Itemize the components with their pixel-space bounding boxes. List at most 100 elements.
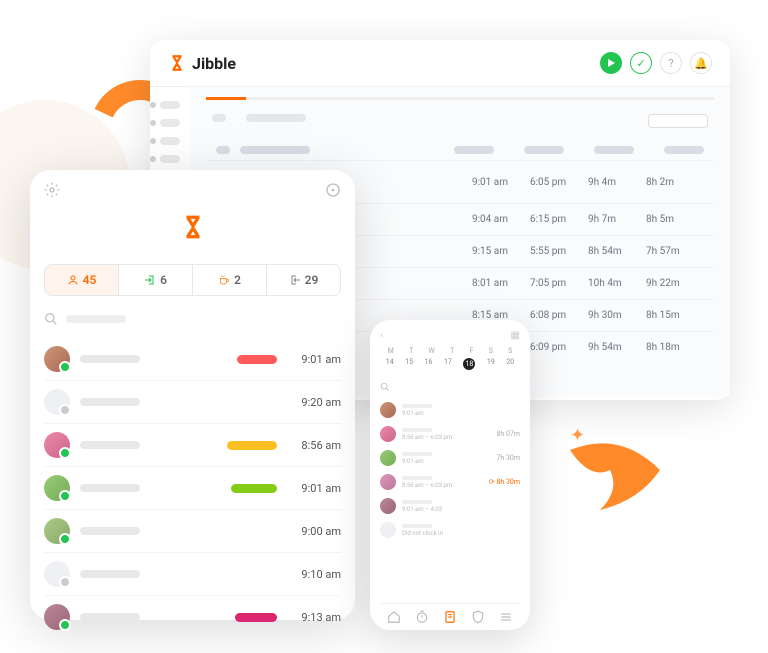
nav-item[interactable] (160, 155, 180, 163)
list-item[interactable]: 8:56 am – 6:03 pm ⟳ 8h 30m (380, 470, 520, 494)
help-icon[interactable]: ? (660, 52, 682, 74)
list-item[interactable]: 8:56 am – 6:03 pm 8h 07m (380, 422, 520, 446)
cell-in: 8:01 am (472, 278, 530, 289)
date-cell[interactable]: 15 (405, 358, 413, 370)
name-placeholder (80, 613, 140, 621)
cell-billable: 9h 22m (646, 278, 704, 289)
stat-in[interactable]: 6 (119, 265, 193, 295)
day-label: S (508, 347, 512, 355)
list-item[interactable]: 9:01 am 7h 30m (380, 446, 520, 470)
name-placeholder (402, 524, 432, 528)
date-cell[interactable]: 19 (487, 358, 495, 370)
date-cell[interactable]: 16 (425, 358, 433, 370)
avatar (44, 432, 70, 458)
time-label: 9:01 am (402, 410, 520, 417)
export-button[interactable] (648, 114, 708, 128)
nav-item[interactable] (160, 119, 180, 127)
col-header (240, 146, 310, 154)
settings-icon[interactable] (44, 182, 60, 198)
duration: ⟳ 8h 30m (489, 478, 520, 486)
timer-icon[interactable] (415, 610, 429, 624)
cell-billable: 8h 5m (646, 214, 704, 225)
time-value: 9:13 am (287, 611, 341, 624)
status-icon[interactable]: ✓ (630, 52, 652, 74)
name-placeholder (80, 527, 140, 535)
list-item[interactable]: 9:01 am (44, 338, 341, 381)
shield-icon[interactable] (471, 610, 485, 624)
menu-icon[interactable] (499, 610, 513, 624)
cell-in: 9:04 am (472, 214, 530, 225)
nav-item[interactable] (160, 137, 180, 145)
avatar (380, 402, 396, 418)
time-value: 9:00 am (287, 525, 341, 538)
list-item[interactable]: 9:00 am (44, 510, 341, 553)
cell-out: 6:08 pm (530, 310, 588, 321)
calendar-icon[interactable]: ▦ (511, 330, 520, 341)
list-item[interactable]: 9:13 am (44, 596, 341, 639)
clock-in-button[interactable] (600, 52, 622, 74)
date-cell[interactable]: 17 (444, 358, 452, 370)
tab-indicator[interactable] (206, 97, 714, 100)
week-calendar[interactable]: MTWTFSS 14151617181920 (380, 347, 520, 370)
phone-search[interactable] (380, 382, 520, 392)
cell-out: 6:05 pm (530, 177, 588, 188)
date-cell[interactable]: 20 (506, 358, 514, 370)
list-item[interactable]: Did not clock in (380, 518, 520, 542)
time-label: Did not clock in (402, 530, 520, 537)
name-placeholder (402, 404, 432, 408)
phone-list: 9:01 am 8:56 am – 6:03 pm 8h 07m 9:01 am 7h … (380, 398, 520, 599)
people-list: 9:01 am9:20 am8:56 am9:01 am9:00 am9:10 … (44, 338, 341, 639)
timesheet-icon[interactable] (443, 610, 457, 624)
date-cell[interactable]: 14 (386, 358, 394, 370)
brand-logo: Jibble (168, 54, 236, 73)
time-label: 8:56 am – 6:03 pm (402, 434, 490, 441)
cell-billable: 8h 15m (646, 310, 704, 321)
time-value: 8:56 am (287, 439, 341, 452)
day-label: T (450, 347, 454, 355)
cell-hours: 9h 54m (588, 342, 646, 353)
cell-in: 9:01 am (472, 177, 530, 188)
home-icon[interactable] (387, 610, 401, 624)
search-bar[interactable] (44, 312, 341, 326)
duration: 7h 30m (496, 454, 520, 462)
cell-hours: 9h 7m (588, 214, 646, 225)
name-placeholder (402, 500, 432, 504)
stat-people[interactable]: 45 (45, 265, 119, 295)
time-value: 9:01 am (287, 482, 341, 495)
stat-out[interactable]: 29 (267, 265, 340, 295)
person-icon (67, 274, 79, 286)
time-label: 9:01 am (402, 458, 490, 465)
stats-bar: 45 6 2 29 (44, 264, 341, 296)
filter-chip[interactable] (212, 114, 226, 122)
date-cell[interactable]: 18 (463, 358, 475, 370)
stat-break[interactable]: 2 (193, 265, 267, 295)
list-item[interactable]: 9:20 am (44, 381, 341, 424)
stat-value: 29 (305, 273, 319, 287)
notifications-icon[interactable]: 🔔 (690, 52, 712, 74)
list-item[interactable]: 8:56 am (44, 424, 341, 467)
checkbox-all[interactable] (216, 146, 230, 154)
avatar (44, 475, 70, 501)
login-icon (144, 274, 156, 286)
target-icon[interactable] (325, 182, 341, 198)
list-item[interactable]: 9:01 am – 4:03 (380, 494, 520, 518)
name-placeholder (80, 355, 140, 363)
duration: 8h 07m (496, 430, 520, 438)
filter-chip[interactable] (246, 114, 306, 122)
avatar (44, 518, 70, 544)
cell-hours: 10h 4m (588, 278, 646, 289)
time-label: 8:56 am – 6:03 pm (402, 482, 483, 489)
decorative-swoosh (560, 440, 680, 520)
back-icon[interactable]: ‹ (380, 330, 383, 341)
time-label: 9:01 am – 4:03 (402, 506, 520, 513)
list-item[interactable]: 9:01 am (44, 467, 341, 510)
search-icon (380, 382, 390, 392)
nav-item[interactable] (160, 101, 180, 109)
cell-in: 9:15 am (472, 246, 530, 257)
day-label: W (429, 347, 435, 355)
activity-bar (237, 355, 277, 364)
table-header (206, 140, 714, 160)
cell-hours: 8h 54m (588, 246, 646, 257)
list-item[interactable]: 9:10 am (44, 553, 341, 596)
list-item[interactable]: 9:01 am (380, 398, 520, 422)
